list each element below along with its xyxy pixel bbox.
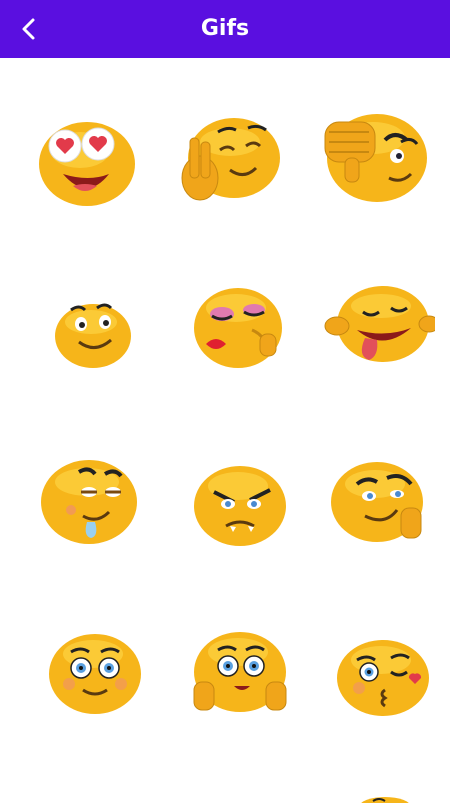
gif-item-tongue-out-laughing[interactable] [300, 248, 450, 418]
gif-item-blowing-kiss[interactable] [300, 588, 450, 758]
gif-item-drooling[interactable] [10, 418, 160, 588]
gif-item-smiling[interactable] [10, 248, 160, 418]
drooling-emoji-icon [41, 460, 137, 544]
peace-sign-emoji-icon [181, 118, 280, 201]
partial-emoji-icon [361, 797, 409, 803]
kiss-lipstick-emoji-icon [194, 288, 282, 368]
gif-item-partial[interactable] [330, 783, 450, 803]
gif-item-peace-sign[interactable] [155, 78, 305, 248]
app-bar: Gifs [0, 0, 450, 58]
page-title: Gifs [200, 16, 250, 41]
blowing-kiss-emoji-icon [337, 640, 429, 716]
smirk-hand-emoji-icon [331, 462, 423, 542]
gif-item-angry[interactable] [155, 418, 305, 588]
gif-grid [0, 58, 450, 803]
gif-item-thumbs-down[interactable] [300, 78, 450, 248]
gif-item-smirk-hand[interactable] [300, 418, 450, 588]
gif-item-heart-eyes[interactable] [10, 78, 160, 248]
gif-item-cheeks-hands[interactable] [155, 588, 305, 758]
cheeks-hands-emoji-icon [193, 632, 287, 712]
thumbs-down-emoji-icon [324, 114, 427, 202]
gif-item-kiss-lipstick[interactable] [155, 248, 305, 418]
angry-emoji-icon [194, 466, 286, 546]
blue-eyes-smile-emoji-icon [49, 634, 141, 714]
heart-eyes-emoji-icon [39, 122, 135, 206]
tongue-out-laughing-emoji-icon [324, 286, 435, 362]
gif-item-blue-eyes-smile[interactable] [10, 588, 160, 758]
smiling-emoji-icon [55, 303, 131, 368]
